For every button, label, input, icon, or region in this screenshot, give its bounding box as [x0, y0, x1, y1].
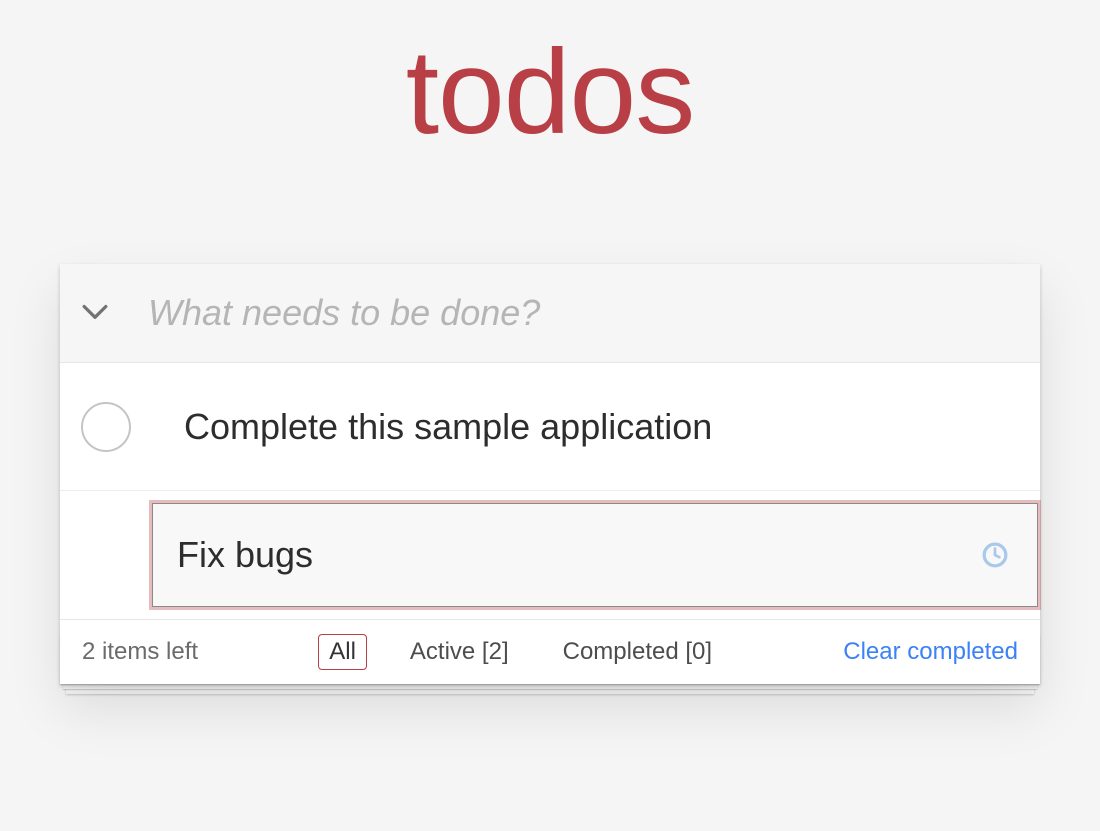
- todo-list: Complete this sample application: [60, 363, 1040, 619]
- todo-item: [60, 491, 1040, 619]
- clear-completed-button[interactable]: Clear completed: [843, 638, 1018, 666]
- new-todo-input[interactable]: [120, 264, 1040, 362]
- toggle-all-button[interactable]: [60, 304, 120, 322]
- todo-label[interactable]: Complete this sample application: [152, 385, 1040, 468]
- filter-all[interactable]: All: [318, 634, 367, 670]
- app-title: todos: [60, 0, 1040, 164]
- footer: 2 items left All Active [2] Completed [0…: [60, 619, 1040, 684]
- chevron-down-icon: [70, 304, 120, 322]
- todo-edit-input[interactable]: [152, 503, 1038, 607]
- todo-toggle[interactable]: [81, 402, 131, 452]
- filter-completed[interactable]: Completed [0]: [552, 634, 723, 670]
- items-left-count: 2 items left: [82, 638, 198, 666]
- header: [60, 264, 1040, 363]
- todo-item: Complete this sample application: [60, 363, 1040, 491]
- filter-active[interactable]: Active [2]: [399, 634, 520, 670]
- todo-app: Complete this sample application 2 items…: [60, 264, 1040, 684]
- filter-group: All Active [2] Completed [0]: [238, 634, 803, 670]
